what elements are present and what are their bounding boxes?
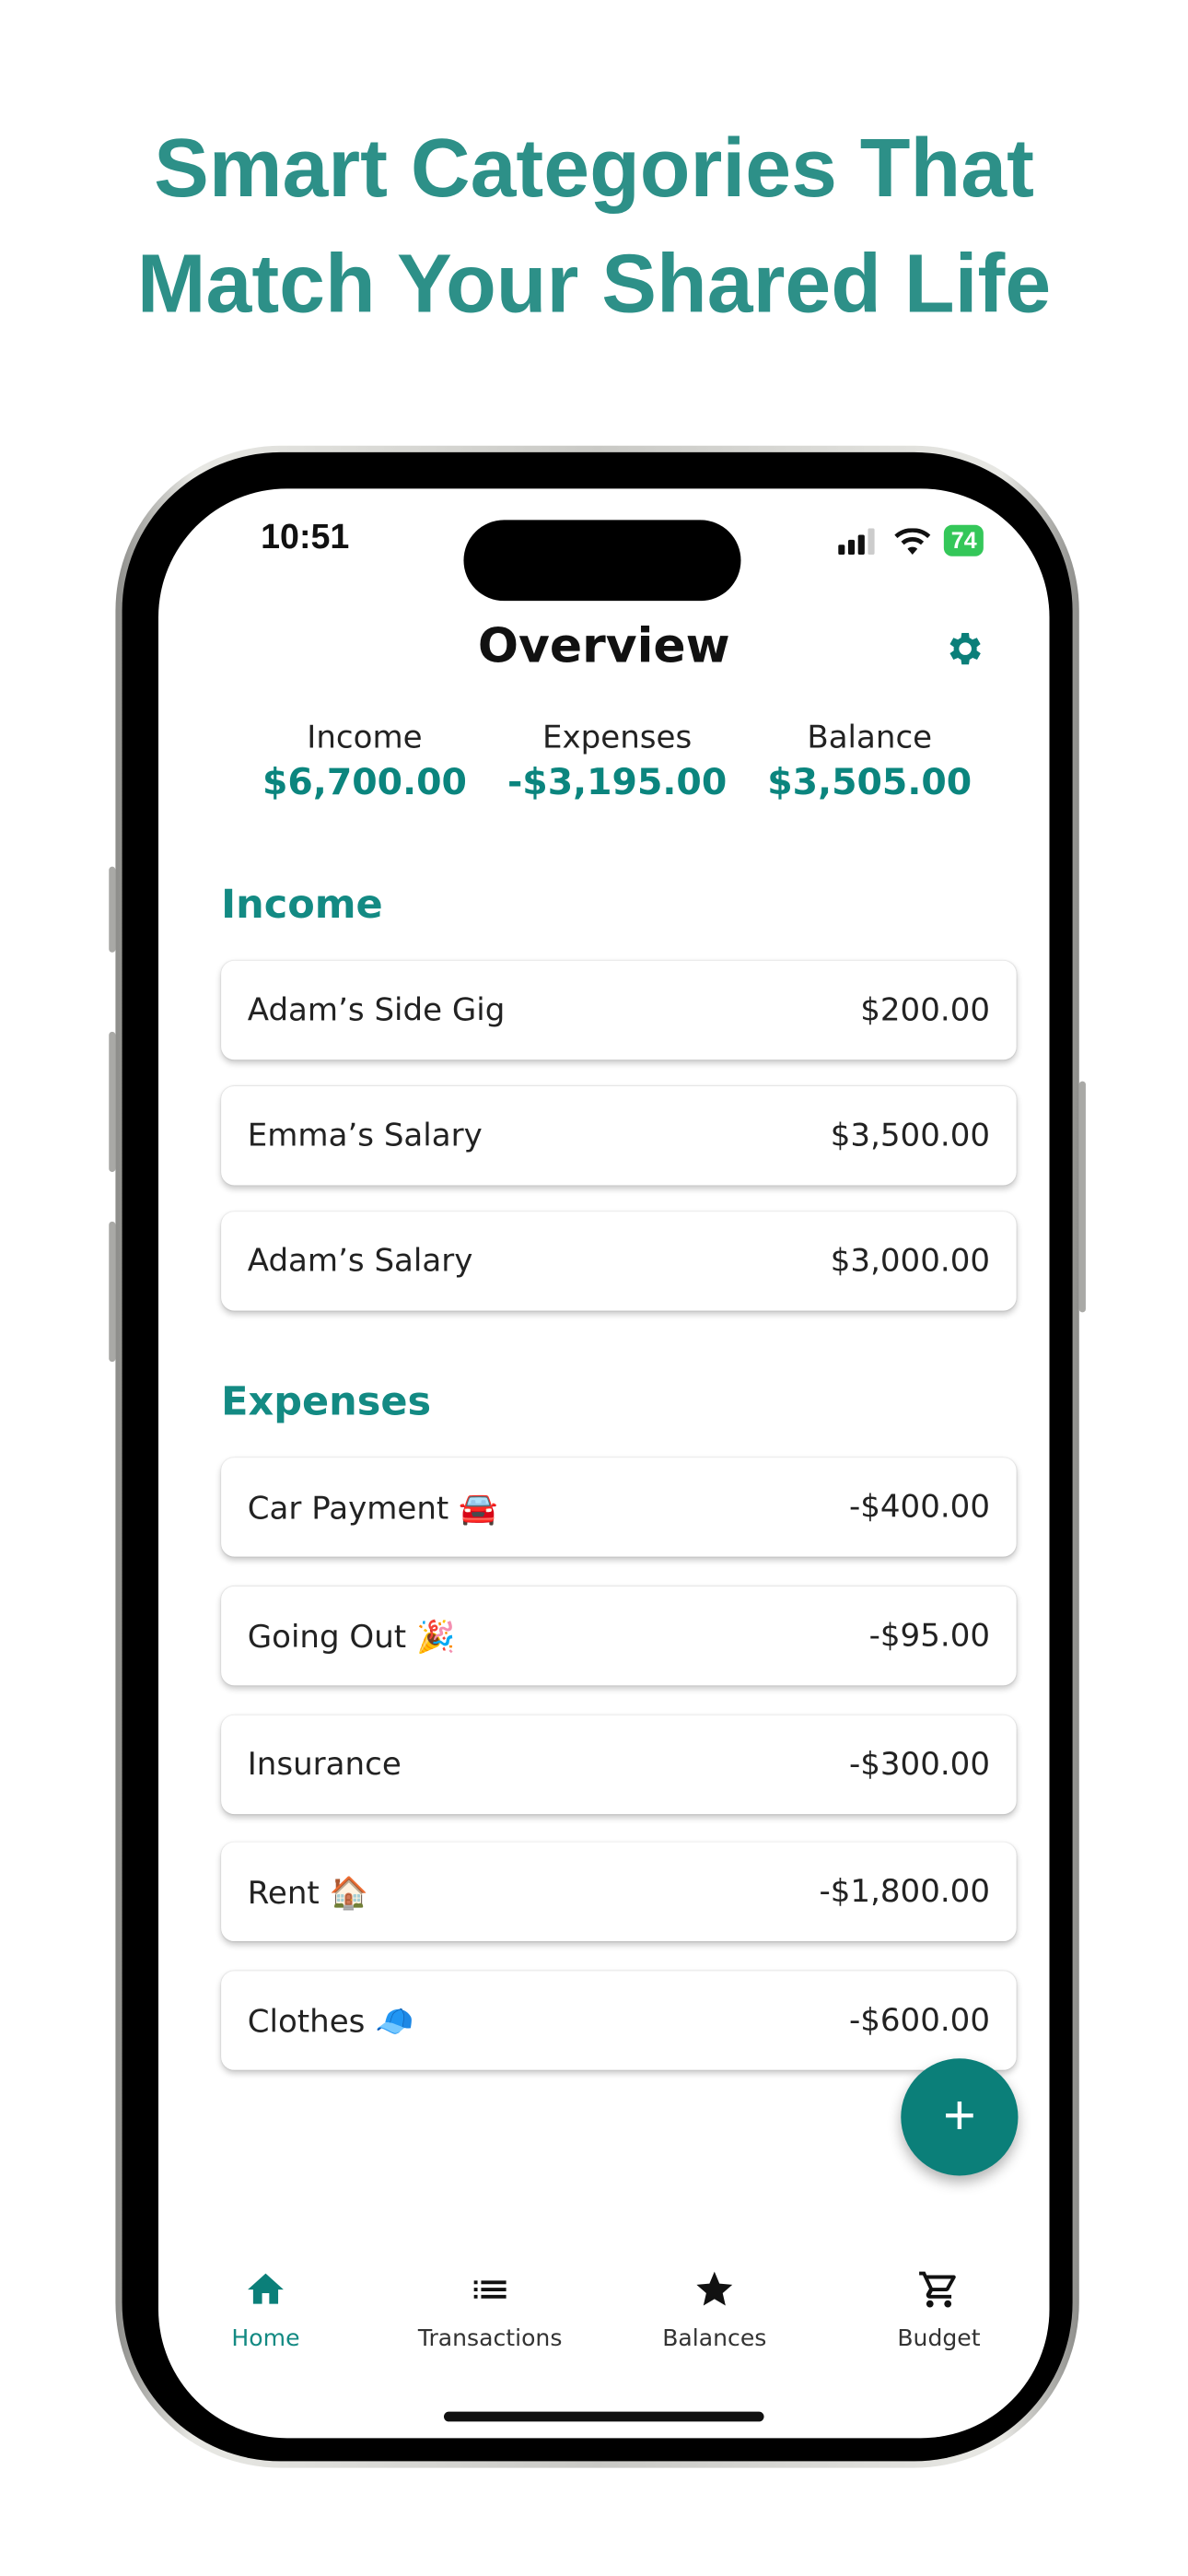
battery-indicator: 74 (944, 524, 984, 556)
add-transaction-button[interactable]: + (901, 2058, 1019, 2176)
expense-item[interactable]: Insurance -$300.00 (221, 1715, 1017, 1815)
item-name: Rent 🏠 (247, 1874, 368, 1911)
status-time: 10:51 (261, 518, 350, 556)
income-item[interactable]: Adam’s Salary $3,000.00 (221, 1212, 1017, 1311)
volume-up-button (109, 1031, 116, 1173)
summary-label: Income (307, 720, 423, 756)
app-screen: 10:51 74 Overview Income $6,700.00 Expen… (158, 488, 1050, 2439)
item-amount: -$95.00 (868, 1617, 991, 1655)
nav-budget[interactable]: Budget (827, 2268, 1050, 2352)
item-amount: -$600.00 (848, 2002, 991, 2039)
nav-label: Budget (897, 2325, 981, 2353)
list-icon (473, 2280, 507, 2299)
phone-frame: 10:51 74 Overview Income $6,700.00 Expen… (115, 445, 1079, 2468)
item-amount: -$1,800.00 (819, 1873, 991, 1910)
expense-item[interactable]: Car Payment 🚘 -$400.00 (221, 1458, 1017, 1557)
stage: Smart Categories That Match Your Shared … (0, 0, 1188, 2575)
summary-balance: Balance $3,505.00 (738, 720, 1002, 803)
headline-line-1: Smart Categories That (154, 122, 1034, 215)
item-name: Adam’s Side Gig (247, 991, 506, 1029)
income-section-title: Income (221, 881, 383, 928)
item-name: Adam’s Salary (247, 1243, 473, 1280)
item-amount: $3,000.00 (830, 1243, 991, 1280)
item-name: Going Out 🎉 (247, 1618, 456, 1656)
signal-icon (838, 527, 876, 555)
income-item[interactable]: Emma’s Salary $3,500.00 (221, 1085, 1017, 1186)
item-amount: -$300.00 (848, 1746, 991, 1784)
summary-income: Income $6,700.00 (233, 720, 497, 803)
nav-label: Balances (662, 2325, 767, 2353)
home-indicator[interactable] (443, 2411, 764, 2422)
summary-value: $6,700.00 (262, 762, 467, 804)
star-icon (696, 2271, 733, 2306)
item-name: Insurance (247, 1746, 402, 1784)
phone-bezel: 10:51 74 Overview Income $6,700.00 Expen… (122, 451, 1073, 2462)
summary-value: $3,505.00 (767, 762, 973, 804)
wifi-icon (895, 527, 932, 555)
item-name: Car Payment 🚘 (247, 1490, 498, 1527)
home-icon (248, 2273, 284, 2304)
item-name: Emma’s Salary (247, 1117, 483, 1154)
income-item[interactable]: Adam’s Side Gig $200.00 (221, 960, 1017, 1060)
summary-expenses: Expenses -$3,195.00 (485, 720, 750, 803)
item-amount: -$400.00 (848, 1489, 991, 1526)
nav-home[interactable]: Home (158, 2268, 378, 2352)
dynamic-island (463, 520, 741, 602)
gear-icon[interactable] (944, 627, 987, 671)
item-amount: $200.00 (860, 991, 991, 1029)
expenses-section-title: Expenses (221, 1378, 432, 1425)
silent-switch (109, 866, 116, 953)
nav-transactions[interactable]: Transactions (378, 2268, 602, 2352)
item-amount: $3,500.00 (830, 1117, 991, 1154)
expense-item[interactable]: Clothes 🧢 -$600.00 (221, 1971, 1017, 2070)
status-icons: 74 (838, 524, 984, 556)
nav-balances[interactable]: Balances (602, 2268, 827, 2352)
nav-label: Home (231, 2325, 300, 2353)
expense-item[interactable]: Going Out 🎉 -$95.00 (221, 1586, 1017, 1686)
power-button (1078, 1081, 1086, 1313)
summary-label: Expenses (542, 720, 693, 756)
summary-label: Balance (807, 720, 933, 756)
headline-line-2: Match Your Shared Life (136, 238, 1052, 331)
summary-value: -$3,195.00 (507, 762, 728, 804)
item-name: Clothes 🧢 (247, 2003, 414, 2040)
page-title: Overview (477, 617, 730, 674)
volume-down-button (109, 1221, 116, 1363)
cart-icon (919, 2271, 956, 2308)
nav-label: Transactions (417, 2325, 563, 2353)
expense-item[interactable]: Rent 🏠 -$1,800.00 (221, 1842, 1017, 1942)
